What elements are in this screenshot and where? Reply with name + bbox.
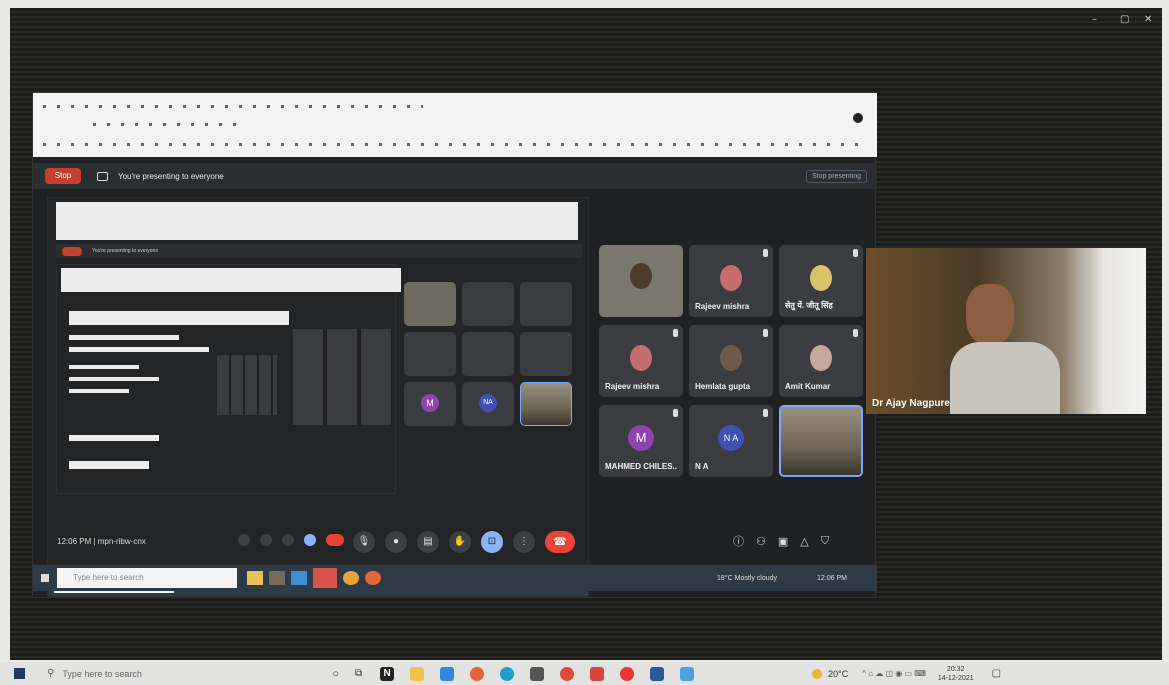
search-box[interactable]: Type here to search: [62, 669, 262, 679]
settings-icon[interactable]: [680, 666, 695, 681]
meet-side-controls: ⓘ ⚇ ▣ △ ⛉: [733, 533, 829, 549]
inner-weather: 18°C Mostly cloudy: [717, 574, 778, 582]
inner-taskbar: Type here to search 18°C Mostly cloudy 1…: [33, 565, 877, 591]
participant-tile-video[interactable]: [779, 405, 863, 477]
weather-text: 20°C: [828, 668, 849, 679]
system-tray[interactable]: ^ ⌂ ☁ ◫ ◉ ▭ ⌨: [862, 669, 926, 678]
shared-screen: Stop You're presenting to everyone Stop …: [32, 92, 877, 598]
stop-presenting-button[interactable]: Stop presenting: [805, 169, 867, 183]
clock[interactable]: 20:32 14-12-2021: [938, 665, 974, 683]
cortana-icon[interactable]: ○: [332, 668, 339, 680]
windows-icon[interactable]: [41, 574, 49, 582]
captions-icon[interactable]: ▤: [417, 531, 439, 553]
browser-chrome: [33, 93, 877, 157]
edge-icon[interactable]: [500, 666, 515, 681]
present-icon[interactable]: ⊡: [481, 531, 503, 553]
speaker-face: [966, 284, 1014, 344]
opera-icon[interactable]: [620, 666, 635, 681]
photos-icon[interactable]: [440, 666, 455, 681]
presenting-text: You're presenting to everyone: [118, 171, 224, 181]
files-icon[interactable]: [410, 666, 425, 681]
speaker-name: Dr Ajay Nagpure: [872, 398, 950, 409]
participant-tile[interactable]: Amit Kumar: [779, 325, 863, 397]
clock-time: 20:32: [946, 665, 965, 673]
participant-tile[interactable]: सेतु यें. जीतू सिंह: [779, 245, 863, 317]
weather-icon: [812, 668, 823, 679]
inner-clock: 12:06 PM: [817, 574, 847, 582]
raise-hand-icon[interactable]: ✋: [449, 531, 471, 553]
taskview-icon[interactable]: ⧉: [355, 668, 362, 679]
windows-taskbar: ⚲ Type here to search ○ ⧉ N 20°C ^ ⌂ ☁ ◫…: [0, 662, 1169, 685]
activities-icon[interactable]: △: [800, 535, 808, 548]
host-controls-icon[interactable]: ⛉: [821, 535, 829, 548]
present-icon: [97, 171, 108, 181]
firefox-icon[interactable]: [470, 666, 485, 681]
participant-tile[interactable]: Rajeev mishra: [599, 325, 683, 397]
app-icon[interactable]: [590, 666, 605, 681]
stop-button[interactable]: Stop: [45, 168, 81, 184]
word-icon[interactable]: [650, 666, 665, 681]
meeting-time: 12:06 PM | mpn-ribw-cnx: [57, 537, 146, 546]
chat-icon[interactable]: ▣: [778, 535, 788, 548]
participant-tile-self[interactable]: [599, 245, 683, 317]
participant-tile[interactable]: M MAHMED CHILES...: [599, 405, 683, 477]
end-call-button[interactable]: ☎: [545, 531, 575, 553]
profile-avatar[interactable]: [853, 113, 863, 123]
mic-icon[interactable]: 🎙: [353, 531, 375, 553]
chrome-icon[interactable]: [560, 666, 575, 681]
search-icon[interactable]: ⚲: [47, 668, 54, 679]
presenting-banner: Stop You're presenting to everyone Stop …: [33, 163, 877, 189]
speaker-shirt: [950, 342, 1060, 414]
clock-date: 14-12-2021: [937, 674, 974, 682]
participant-tile[interactable]: Rajeev mishra: [689, 245, 773, 317]
notion-icon[interactable]: N: [380, 666, 395, 681]
monitor-screen: – ▢ ✕ Stop You're presenting to everyone…: [10, 8, 1162, 660]
people-icon[interactable]: ⚇: [756, 535, 766, 548]
minimize-icon[interactable]: –: [1092, 14, 1097, 25]
inner-search-box[interactable]: Type here to search: [57, 568, 237, 588]
windows-icon[interactable]: [14, 668, 25, 679]
more-options-icon[interactable]: ⋮: [513, 531, 535, 553]
meet-controls: 🎙 ● ▤ ✋ ⊡ ⋮ ☎: [353, 531, 575, 553]
participant-tile[interactable]: N A N A: [689, 405, 773, 477]
store-icon[interactable]: [530, 666, 545, 681]
maximize-icon[interactable]: ▢: [1120, 14, 1129, 25]
camera-icon[interactable]: ●: [385, 531, 407, 553]
info-icon[interactable]: ⓘ: [733, 533, 744, 549]
speaker-video[interactable]: Dr Ajay Nagpure: [866, 248, 1146, 414]
notification-icon[interactable]: ▢: [992, 668, 1001, 679]
close-icon[interactable]: ✕: [1144, 14, 1152, 25]
participant-tile[interactable]: Hemlata gupta: [689, 325, 773, 397]
